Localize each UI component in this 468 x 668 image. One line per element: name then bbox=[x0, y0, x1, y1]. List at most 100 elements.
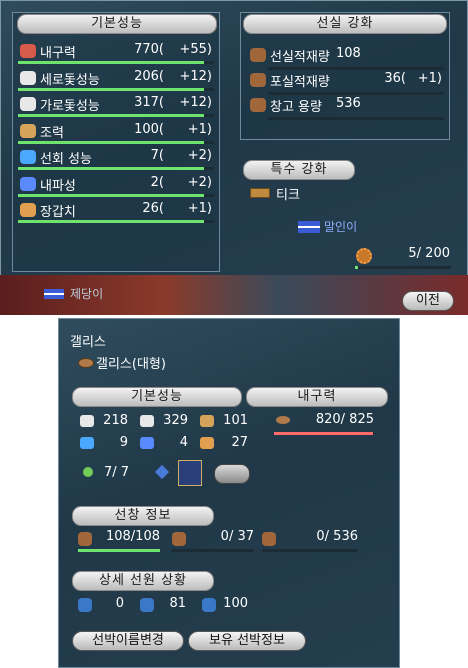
turn-icon bbox=[80, 437, 94, 449]
sailor-icon bbox=[78, 598, 92, 612]
cabin-label: 선실적재량 bbox=[270, 50, 330, 65]
background-flag-icon bbox=[44, 289, 64, 299]
prev-button[interactable]: 이전 bbox=[402, 291, 454, 311]
basic-stat-bonus: +1) bbox=[187, 201, 212, 216]
crew-status-header: 상세 선원 상황 bbox=[72, 571, 214, 591]
cabin-value: 536 bbox=[336, 96, 361, 111]
cabin-info-bar bbox=[78, 549, 160, 552]
oar-icon bbox=[200, 415, 214, 427]
special-enhance-header: 특수 강화 bbox=[243, 160, 355, 180]
cabin-enhance-header: 선실 강화 bbox=[243, 14, 447, 34]
basic-stat-value: 7( bbox=[150, 148, 164, 163]
cabin-info-bar bbox=[172, 549, 254, 552]
capacity-counter: 5/ 200 bbox=[408, 246, 450, 261]
cabin-row: 창고 용량 536 bbox=[248, 95, 444, 117]
barrel-icon bbox=[262, 532, 276, 546]
basic-stat-row: 세로돛성능 206( +12) bbox=[18, 68, 214, 90]
basic-stat-label: 선회 성능 bbox=[40, 152, 92, 167]
basic-stat-row: 내파성 2( +2) bbox=[18, 174, 214, 196]
cabin-info-value: 0/ 536 bbox=[316, 529, 358, 544]
basic-stat-row: 장갑치 26( +1) bbox=[18, 200, 214, 222]
bottom-durability-header: 내구력 bbox=[246, 387, 388, 407]
basic-stat-bar bbox=[18, 193, 214, 197]
ship-name-label: 갤리스(대형) bbox=[96, 357, 166, 372]
special-item[interactable]: 티크 bbox=[248, 183, 368, 205]
oar-icon bbox=[20, 123, 36, 138]
cannon-icon bbox=[250, 73, 266, 87]
owned-ship-info-button[interactable]: 보유 선박정보 bbox=[188, 631, 306, 651]
ship-stat-value: 329 bbox=[163, 413, 188, 428]
cabin-row: 포실적재량 36( +1) bbox=[248, 70, 444, 92]
ship-icon bbox=[78, 358, 94, 368]
basic-stat-value: 317( bbox=[134, 95, 164, 110]
cabin-row: 선실적재량 108 bbox=[248, 45, 444, 67]
durability-bar bbox=[274, 432, 374, 435]
cabin-value: 36( bbox=[384, 71, 406, 86]
player-name-text: 말인이 bbox=[324, 220, 358, 234]
ship-stat-value: 101 bbox=[223, 413, 248, 428]
square-sail-icon bbox=[20, 97, 36, 111]
cabin-label: 포실적재량 bbox=[270, 75, 330, 90]
cabin-info-value: 0/ 37 bbox=[220, 529, 254, 544]
ship-stat-value: 27 bbox=[231, 435, 248, 450]
ship-stat-value: 4 bbox=[179, 435, 188, 450]
selected-oar-slot[interactable] bbox=[178, 460, 202, 486]
basic-stat-bar bbox=[18, 61, 214, 64]
medal-icon bbox=[83, 467, 93, 477]
durability-value: 820/ 825 bbox=[315, 412, 374, 427]
basic-stat-bonus: +55) bbox=[179, 42, 212, 57]
basic-stat-bar bbox=[18, 140, 214, 144]
ship-stat-value: 9 bbox=[119, 435, 128, 450]
rename-ship-button[interactable]: 선박이름변경 bbox=[72, 631, 184, 651]
sailor-icon bbox=[78, 532, 92, 546]
square-sail-icon bbox=[140, 415, 154, 427]
background-name-text: 제당이 bbox=[70, 287, 104, 301]
basic-stat-label: 세로돛성능 bbox=[40, 72, 100, 88]
basic-stat-label: 장갑치 bbox=[40, 205, 76, 220]
barrel-icon bbox=[250, 98, 266, 112]
cannon-icon bbox=[172, 532, 186, 546]
ship-stat-value: 218 bbox=[103, 413, 128, 428]
basic-stat-row: 조력 100( +1) bbox=[18, 121, 214, 143]
cabin-bonus: +1) bbox=[417, 71, 442, 86]
cabin-bar bbox=[268, 117, 444, 120]
basic-stat-label: 내파성 bbox=[40, 178, 76, 194]
basic-stat-bonus: +2) bbox=[187, 174, 212, 190]
basic-stat-bonus: +2) bbox=[187, 148, 212, 163]
basic-stat-bar bbox=[18, 87, 214, 91]
basic-stat-value: 2( bbox=[150, 174, 164, 190]
gear-icon bbox=[356, 248, 372, 264]
turn-icon bbox=[20, 150, 36, 164]
bottom-basic-header: 기본성능 bbox=[72, 387, 242, 407]
basic-stat-bar bbox=[18, 220, 214, 223]
armor-icon bbox=[20, 203, 36, 217]
basic-stat-value: 26( bbox=[142, 201, 164, 216]
eye-icon bbox=[20, 44, 36, 58]
basic-stat-label: 내구력 bbox=[40, 46, 76, 61]
basic-stat-value: 100( bbox=[134, 121, 164, 137]
crew-count: 0 bbox=[115, 596, 124, 611]
teak-wood-icon bbox=[250, 188, 270, 198]
special-item-label: 티크 bbox=[276, 188, 300, 203]
fore-aft-sail-icon bbox=[20, 70, 36, 85]
basic-stat-label: 조력 bbox=[40, 125, 64, 141]
cabin-value: 108 bbox=[336, 46, 361, 61]
basic-stat-row: 내구력 770( +55) bbox=[18, 41, 214, 63]
basic-stat-value: 206( bbox=[134, 68, 164, 84]
basic-stat-bonus: +12) bbox=[179, 68, 212, 84]
cabin-info-bar bbox=[262, 549, 358, 552]
cabin-label: 창고 용량 bbox=[270, 100, 322, 115]
basic-stat-bonus: +1) bbox=[187, 121, 212, 137]
basic-stats-header: 기본성능 bbox=[17, 14, 217, 34]
crew-count: 100 bbox=[223, 596, 248, 611]
cabin-info-value: 108/108 bbox=[105, 529, 160, 544]
sailor-icon bbox=[250, 48, 266, 62]
navigator-icon bbox=[202, 598, 216, 612]
basic-stat-bar bbox=[18, 114, 214, 117]
ship-figurehead-icon[interactable] bbox=[214, 464, 250, 484]
durability-icon bbox=[276, 416, 290, 424]
basic-stat-value: 770( bbox=[134, 42, 164, 57]
fore-aft-sail-icon bbox=[80, 415, 94, 427]
capacity-bar bbox=[355, 266, 451, 269]
basic-stat-label: 가로돛성능 bbox=[40, 99, 100, 114]
